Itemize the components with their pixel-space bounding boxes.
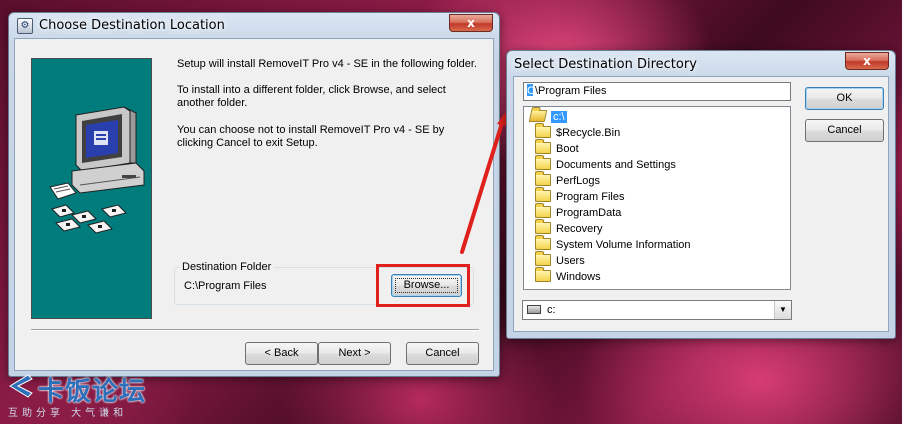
setup-illustration-panel xyxy=(31,58,152,319)
directory-path-value: \Program Files xyxy=(534,85,607,97)
cancel-instruction-line1: You can choose not to install RemoveIT P… xyxy=(177,124,445,136)
folder-item[interactable]: Windows xyxy=(535,267,601,285)
folder-icon xyxy=(535,123,551,138)
folder-icon xyxy=(535,155,551,170)
directory-path-field[interactable]: C\Program Files xyxy=(523,82,791,101)
drive-value: c: xyxy=(547,304,556,316)
chevron-down-icon[interactable]: ▼ xyxy=(774,301,791,319)
drive-select[interactable]: c: ▼ xyxy=(522,300,792,320)
destination-folder-label: Destination Folder xyxy=(179,261,275,273)
directory-tree[interactable]: c:\ $Recycle.Bin Boot Documents and Sett… xyxy=(523,106,791,290)
directory-dialog-titlebar[interactable]: Select Destination Directory x xyxy=(507,51,895,77)
directory-dialog-title: Select Destination Directory xyxy=(514,57,697,72)
tree-root-label: c:\ xyxy=(551,111,567,123)
cancel-instruction-line2: clicking Cancel to exit Setup. xyxy=(177,137,318,149)
close-button[interactable]: x xyxy=(449,14,493,32)
folder-icon xyxy=(535,251,551,266)
watermark-subtitle: 互助分享 大气谦和 xyxy=(8,408,128,419)
open-folder-icon xyxy=(528,110,548,122)
browse-highlight-box xyxy=(376,264,470,307)
folder-icon xyxy=(535,187,551,202)
folder-icon xyxy=(535,267,551,282)
button-separator xyxy=(31,329,479,331)
folder-item[interactable]: $Recycle.Bin xyxy=(535,123,621,141)
installer-icon: ⚙ xyxy=(17,18,33,34)
folder-item[interactable]: System Volume Information xyxy=(535,235,691,253)
browse-instruction-line2: another folder. xyxy=(177,97,248,109)
folder-icon xyxy=(535,139,551,154)
folder-icon xyxy=(535,171,551,186)
setup-titlebar[interactable]: ⚙ Choose Destination Location x xyxy=(9,13,499,39)
setup-window-title: Choose Destination Location xyxy=(39,18,225,33)
path-drive-letter: C xyxy=(527,85,535,97)
folder-label: System Volume Information xyxy=(556,239,691,251)
folder-item[interactable]: ProgramData xyxy=(535,203,622,221)
watermark-title: 卡饭论坛 xyxy=(38,377,147,407)
cancel-button[interactable]: Cancel xyxy=(406,342,479,365)
folder-label: ProgramData xyxy=(556,207,622,219)
destination-path: C:\Program Files xyxy=(184,280,267,292)
computer-illustration-icon xyxy=(49,106,145,234)
folder-item[interactable]: Program Files xyxy=(535,187,625,205)
drive-icon xyxy=(527,305,541,314)
ok-button[interactable]: OK xyxy=(805,87,884,110)
folder-label: PerfLogs xyxy=(556,175,601,187)
next-button[interactable]: Next > xyxy=(318,342,391,365)
folder-item[interactable]: Documents and Settings xyxy=(535,155,676,173)
folder-label: Windows xyxy=(556,271,601,283)
folder-label: Documents and Settings xyxy=(556,159,676,171)
folder-label: Users xyxy=(556,255,585,267)
folder-label: Program Files xyxy=(556,191,625,203)
setup-client-area: Setup will install RemoveIT Pro v4 - SE … xyxy=(14,38,494,371)
forum-logo-icon xyxy=(9,374,33,398)
folder-item[interactable]: PerfLogs xyxy=(535,171,601,189)
dialog-close-button[interactable]: x xyxy=(845,52,889,70)
folder-icon xyxy=(535,219,551,234)
browse-instruction-line1: To install into a different folder, clic… xyxy=(177,84,446,96)
back-button[interactable]: < Back xyxy=(245,342,318,365)
folder-icon xyxy=(535,235,551,250)
folder-label: $Recycle.Bin xyxy=(556,127,621,139)
folder-label: Recovery xyxy=(556,223,603,235)
folder-icon xyxy=(535,203,551,218)
folder-item[interactable]: Recovery xyxy=(535,219,603,237)
dialog-cancel-button[interactable]: Cancel xyxy=(805,119,884,142)
install-folder-message: Setup will install RemoveIT Pro v4 - SE … xyxy=(177,58,477,70)
folder-label: Boot xyxy=(556,143,579,155)
